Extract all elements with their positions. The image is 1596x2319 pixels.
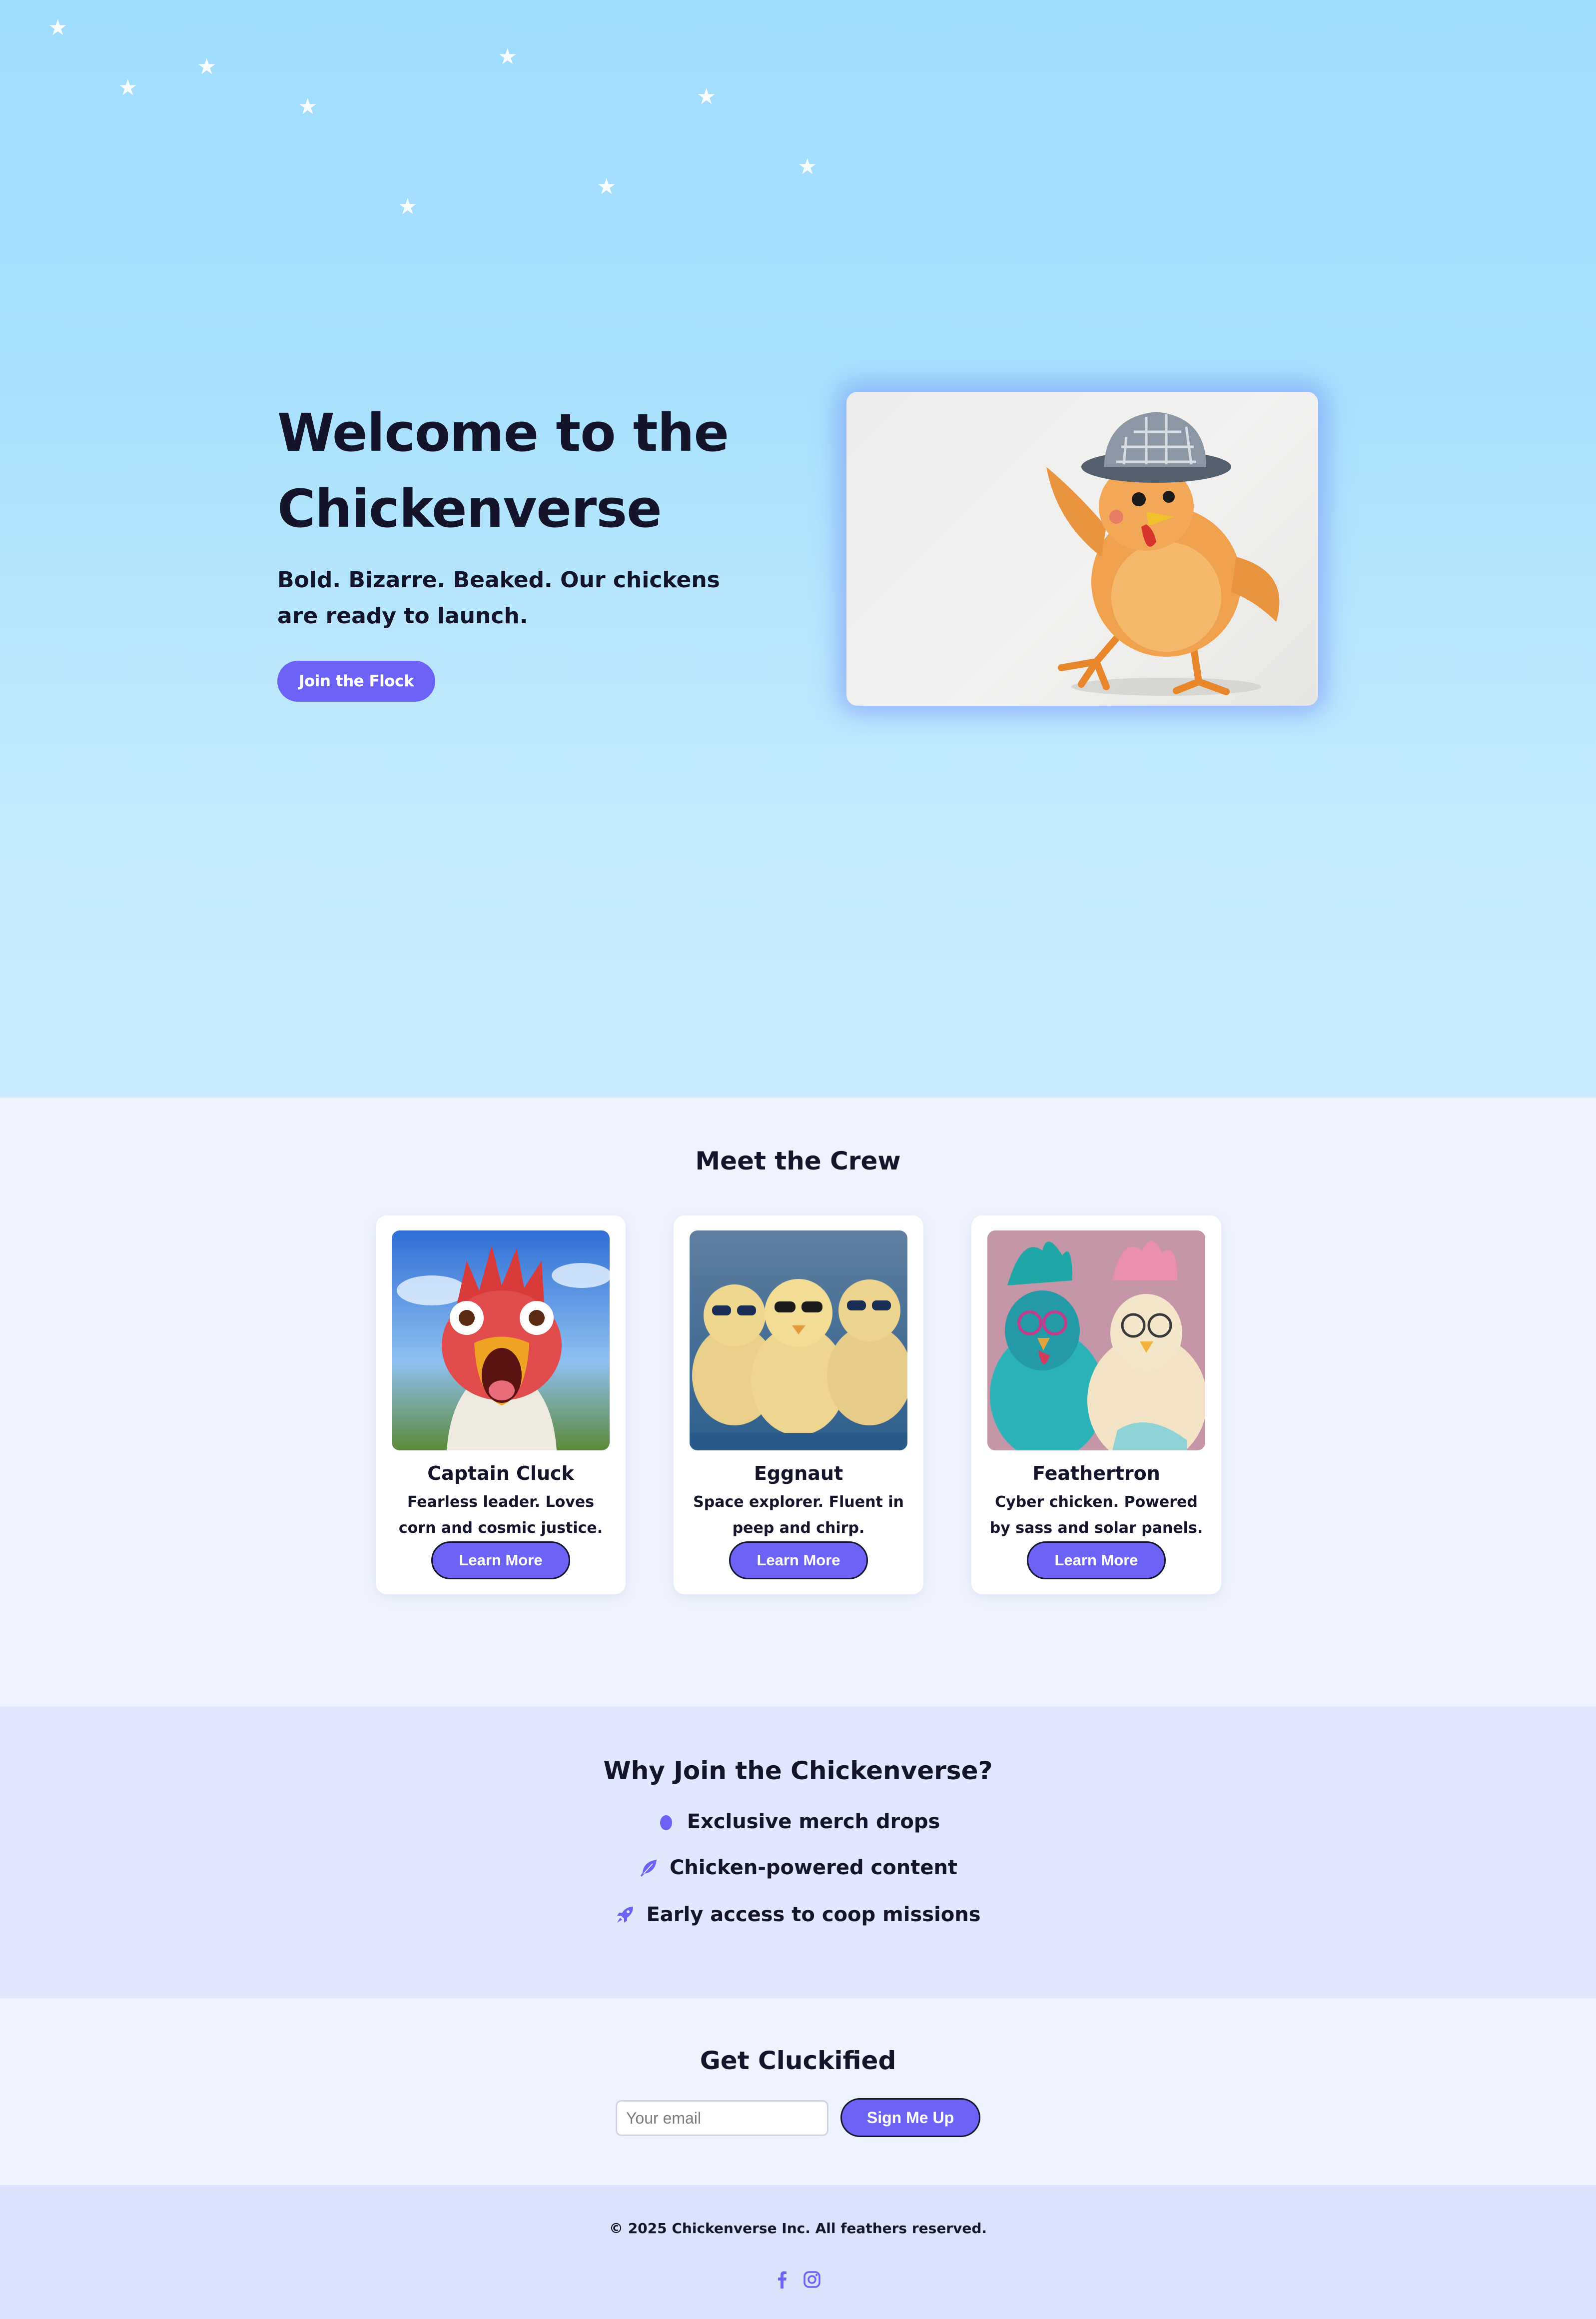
- why-item: Early access to coop missions: [0, 1903, 1596, 1926]
- star-icon: ★: [197, 54, 217, 79]
- star-icon: ★: [118, 75, 138, 100]
- instagram-icon[interactable]: [801, 2269, 822, 2290]
- chicks-sunglasses-image: [690, 1230, 907, 1450]
- screaming-rooster-illustration: [392, 1230, 610, 1450]
- star-icon: ★: [298, 94, 318, 119]
- crew-card-name: Eggnaut: [754, 1462, 843, 1484]
- learn-more-button[interactable]: Learn More: [729, 1541, 868, 1579]
- copyright-text: © 2025 Chickenverse Inc. All feathers re…: [609, 2220, 987, 2237]
- email-input[interactable]: [616, 2100, 828, 2136]
- hero-title-line2: Chickenverse: [277, 478, 662, 539]
- crew-card-name: Captain Cluck: [427, 1462, 574, 1484]
- facebook-icon[interactable]: [772, 2269, 793, 2290]
- sign-me-up-button[interactable]: Sign Me Up: [840, 2098, 980, 2137]
- signup-section: Get Cluckified Sign Me Up: [0, 1998, 1596, 2185]
- crew-card: Feathertron Cyber chicken. Powered by sa…: [971, 1215, 1221, 1594]
- crew-section: Meet the Crew Captain Cluck Fearless lea…: [0, 1098, 1596, 1706]
- star-icon: ★: [697, 84, 717, 109]
- why-item-text: Exclusive merch drops: [687, 1810, 940, 1833]
- footer: © 2025 Chickenverse Inc. All feathers re…: [0, 2185, 1596, 2319]
- screaming-rooster-image: [392, 1230, 610, 1450]
- why-item-text: Early access to coop missions: [646, 1903, 981, 1926]
- crew-card: Eggnaut Space explorer. Fluent in peep a…: [674, 1215, 923, 1594]
- disco-chicken-illustration: [1046, 412, 1280, 696]
- star-icon: ★: [798, 154, 817, 179]
- crew-card-description: Fearless leader. Loves corn and cosmic j…: [398, 1493, 603, 1537]
- signup-title: Get Cluckified: [700, 2046, 896, 2075]
- hero-title: Welcome to the Chickenverse: [277, 395, 827, 547]
- disco-chicken-image: [846, 392, 1318, 706]
- star-icon: ★: [498, 44, 518, 69]
- learn-more-button[interactable]: Learn More: [1027, 1541, 1166, 1579]
- star-icon: ★: [48, 15, 68, 40]
- crew-card-name: Feathertron: [1032, 1462, 1160, 1484]
- two-punk-chickens-illustration: [987, 1230, 1205, 1450]
- crew-title: Meet the Crew: [695, 1147, 901, 1175]
- star-icon: ★: [597, 174, 617, 199]
- hero-section: ★ ★ ★ ★ ★ ★ ★ ★ ★ Welcome to the Chicken…: [0, 0, 1596, 1098]
- hero-title-line1: Welcome to the: [277, 402, 729, 463]
- rocket-icon: [617, 1907, 634, 1923]
- why-item: Exclusive merch drops: [0, 1810, 1596, 1833]
- hero-subtitle: Bold. Bizarre. Beaked. Our chickens are …: [277, 567, 720, 629]
- crew-card-description: Space explorer. Fluent in peep and chirp…: [693, 1493, 904, 1537]
- crew-card-description: Cyber chicken. Powered by sass and solar…: [989, 1493, 1203, 1537]
- crew-card: Captain Cluck Fearless leader. Loves cor…: [376, 1215, 626, 1594]
- why-title: Why Join the Chickenverse?: [603, 1756, 993, 1785]
- why-section: Why Join the Chickenverse? Exclusive mer…: [0, 1706, 1596, 1998]
- feather-icon: [640, 1860, 657, 1877]
- join-the-flock-button[interactable]: Join the Flock: [277, 661, 435, 702]
- chicks-sunglasses-illustration: [690, 1230, 907, 1450]
- star-icon: ★: [398, 194, 418, 219]
- egg-icon: [660, 1815, 672, 1830]
- two-punk-chickens-image: [987, 1230, 1205, 1450]
- learn-more-button[interactable]: Learn More: [431, 1541, 570, 1579]
- why-item-text: Chicken-powered content: [669, 1856, 958, 1879]
- why-item: Chicken-powered content: [0, 1856, 1596, 1879]
